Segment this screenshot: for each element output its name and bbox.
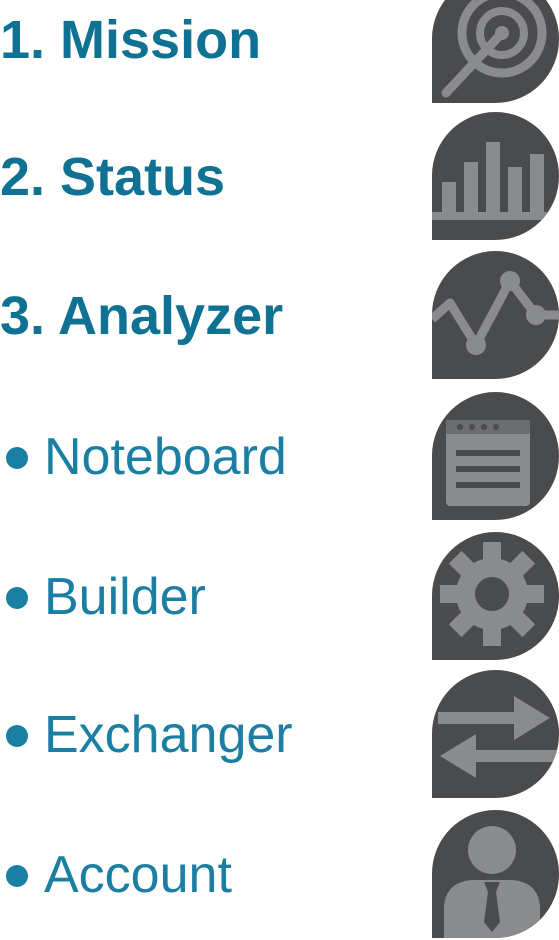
bullet-icon: [6, 447, 28, 469]
target-icon: [432, 0, 559, 103]
menu-item-noteboard[interactable]: Noteboard: [0, 392, 559, 522]
menu-item-label-wrap: Exchanger: [0, 670, 293, 800]
menu-item-label: Noteboard: [44, 428, 287, 486]
menu-item-analyzer[interactable]: 3. Analyzer: [0, 251, 559, 381]
menu-item-mission[interactable]: 1. Mission: [0, 0, 559, 105]
pulse-graph-icon: [432, 251, 559, 379]
menu-item-label: Account: [44, 846, 232, 904]
menu-item-label: 3. Analyzer: [0, 286, 284, 346]
bullet-icon: [6, 865, 28, 887]
exchange-arrows-icon: [432, 670, 559, 798]
menu-item-account[interactable]: Account: [0, 810, 559, 940]
menu-item-label: 2. Status: [0, 147, 226, 207]
menu-item-label: 1. Mission: [0, 10, 262, 70]
bar-chart-icon: [432, 112, 559, 240]
menu-item-status[interactable]: 2. Status: [0, 112, 559, 242]
menu-item-label: Exchanger: [44, 706, 293, 764]
user-account-icon: [432, 810, 559, 938]
main-menu: 1. Mission 2. Status 3. Analyzer Noteboa…: [0, 0, 559, 940]
bullet-icon: [6, 725, 28, 747]
gear-icon: [432, 532, 559, 660]
notepad-icon: [432, 392, 559, 520]
bullet-icon: [6, 587, 28, 609]
menu-item-exchanger[interactable]: Exchanger: [0, 670, 559, 800]
menu-item-label: Builder: [44, 568, 206, 626]
menu-item-label-wrap: Noteboard: [0, 392, 287, 522]
menu-item-label-wrap: Account: [0, 810, 232, 940]
menu-item-label-wrap: Builder: [0, 532, 206, 662]
menu-item-builder[interactable]: Builder: [0, 532, 559, 662]
